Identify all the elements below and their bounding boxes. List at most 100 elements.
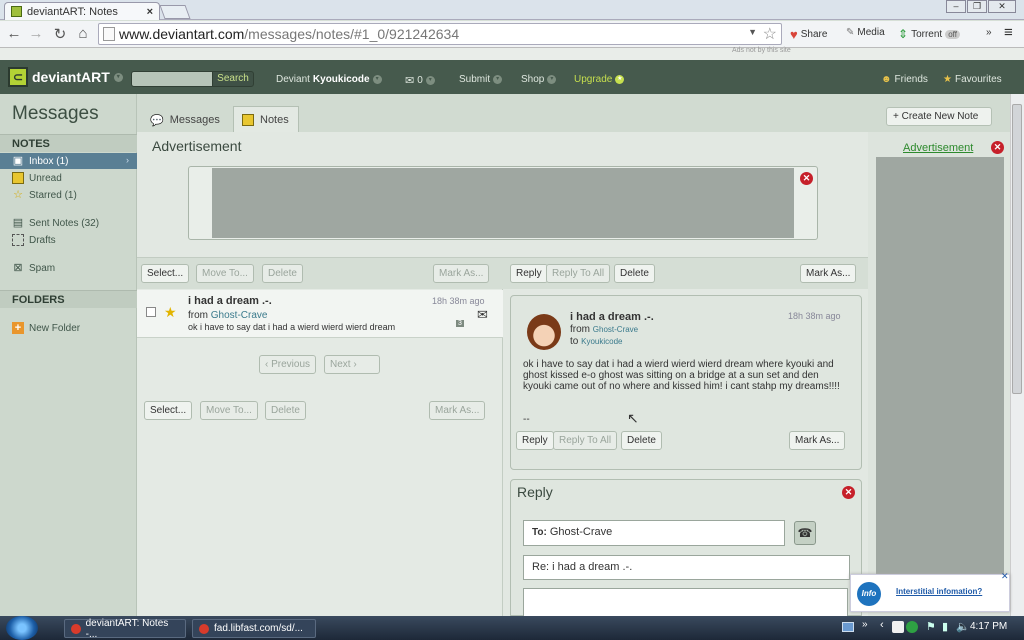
tray-volume-icon[interactable]: 🔈 [956,620,970,633]
tray-monitor-icon[interactable] [842,622,854,632]
tray-expand-icon[interactable]: » [862,619,868,630]
plus-icon: + [12,322,24,334]
note-title[interactable]: i had a dream .-. [188,295,272,307]
move-to-dropdown-bottom[interactable]: Move To... [200,401,258,420]
mark-as-dropdown[interactable]: Mark As... [433,264,490,283]
ad-note: Ads not by this site [732,47,791,54]
taskbar-clock[interactable]: 4:17 PM [970,621,1007,632]
move-to-dropdown[interactable]: Move To... [196,264,254,283]
reader-to-link[interactable]: Kyoukicode [581,337,622,346]
previous-button[interactable]: ‹ Previous [259,355,317,374]
sidebar-item-drafts[interactable]: Drafts [12,234,56,246]
sidebar-item-spam[interactable]: ⊠ Spam [12,262,55,274]
forward-icon[interactable]: → [27,25,45,42]
envelope-icon: ✉ [405,75,415,87]
friends-link[interactable]: ☻ Friends [881,74,928,85]
minimize-icon[interactable]: – [946,0,966,13]
reader-reply-button[interactable]: Reply [516,431,554,450]
sidebar-item-starred[interactable]: ☆ Starred (1) [12,189,77,201]
reply-to-field[interactable]: To: Ghost-Crave [523,520,785,546]
logo-menu-icon[interactable]: ▾ [113,72,123,82]
taskbar-item-libfast[interactable]: fad.libfast.com/sd/... [192,619,316,638]
bookmark-star-icon[interactable]: ☆ [763,24,777,44]
reader-mark-dropdown[interactable]: Mark As... [789,431,846,450]
maximize-icon[interactable]: ❐ [967,0,987,13]
scrollbar-thumb[interactable] [1012,104,1022,394]
reader-from: from Ghost-Crave [570,324,639,335]
spam-icon: ⊠ [13,262,23,274]
note-signature: -- [523,414,530,425]
reply-all-button[interactable]: Reply To All [546,264,611,283]
delete-note-button[interactable]: Delete [614,264,655,283]
back-icon[interactable]: ← [5,25,23,42]
torrent-toggle[interactable]: off [945,29,960,39]
window-close-icon[interactable]: ✕ [988,0,1016,13]
select-dropdown-bottom[interactable]: Select... [144,401,193,420]
reader-delete-button[interactable]: Delete [621,431,662,450]
sidebar-item-unread[interactable]: Unread [12,172,62,184]
tray-network-icon[interactable] [906,621,918,633]
site-search-input[interactable] [131,71,213,87]
reader-from-link[interactable]: Ghost-Crave [593,325,638,334]
star-icon[interactable]: ★ [164,304,177,321]
overflow-chevron-icon[interactable]: » [986,27,992,38]
home-icon[interactable]: ⌂ [74,25,92,42]
note-preview: ok i have to say dat i had a wierd wierd… [188,322,396,332]
deviant-menu[interactable]: Deviant Kyoukicode ▾ [276,74,382,85]
interstitial-link[interactable]: Interstitial infomation? [896,587,982,596]
favourites-link[interactable]: ★ Favourites [943,74,1002,85]
new-tab-button[interactable] [159,5,191,19]
tab-title: deviantART: Notes [27,5,118,18]
address-bar[interactable]: www.deviantart.com/messages/notes/#1_0/9… [98,23,782,45]
tray-flag-icon[interactable]: ⚑ [926,620,936,633]
start-button[interactable] [6,616,38,640]
tab-notes[interactable]: Notes [234,108,297,132]
torrent-extension[interactable]: ⇕ Torrent off [898,27,960,41]
from-link[interactable]: Ghost-Crave [211,310,268,321]
address-book-icon[interactable]: ☎ [794,521,816,545]
advertisement-link[interactable]: Advertisement [903,142,973,154]
upgrade-menu[interactable]: Upgrade ★ [574,74,625,85]
dropdown-icon[interactable]: ▼ [748,27,757,37]
reply-button[interactable]: Reply [510,264,548,283]
note-checkbox[interactable] [146,307,156,317]
sidebar-item-inbox[interactable]: ▣ Inbox (1) [12,155,69,167]
close-ad-icon[interactable]: ✕ [800,172,813,185]
chevron-down-icon: ▾ [547,75,557,84]
sidebar-item-sent[interactable]: ▤ Sent Notes (32) [12,217,99,229]
media-extension[interactable]: ✎ Media [846,27,885,38]
submit-menu[interactable]: Submit ▾ [459,74,503,85]
close-reply-icon[interactable]: ✕ [842,486,855,499]
tab-messages[interactable]: 💬 Messages [142,108,228,132]
new-folder-button[interactable]: + New Folder [12,322,80,334]
delete-button[interactable]: Delete [262,264,303,283]
menu-icon[interactable]: ≡ [1004,24,1013,41]
select-dropdown[interactable]: Select... [141,264,190,283]
delete-button-bottom[interactable]: Delete [265,401,306,420]
reload-icon[interactable]: ↻ [51,25,69,43]
avatar[interactable] [527,314,561,350]
taskbar-item-deviantart[interactable]: deviantART: Notes -... [64,618,186,640]
tray-app-icon[interactable] [892,621,904,633]
reply-body-textarea[interactable] [523,588,848,616]
reader-reply-all-button[interactable]: Reply To All [553,431,618,450]
browser-icon [199,623,209,634]
browser-tab[interactable]: deviantART: Notes × [4,2,160,20]
tray-signal-icon[interactable]: ▮ [942,620,948,633]
mark-as-dropdown-bottom[interactable]: Mark As... [429,401,486,420]
reply-subject-field[interactable]: Re: i had a dream .-. [523,555,850,580]
message-center-button[interactable]: ✉ 0 ▾ [405,74,435,87]
create-new-note-button[interactable]: + Create New Note [886,107,992,126]
site-search-button[interactable]: Search [212,71,254,87]
mark-note-dropdown[interactable]: Mark As... [800,264,857,283]
share-extension[interactable]: ♥ Share [790,27,827,42]
page-title: Messages [12,103,99,124]
shop-menu[interactable]: Shop ▾ [521,74,557,85]
close-right-ad-icon[interactable]: ✕ [991,141,1004,154]
close-popup-icon[interactable]: ✕ [1001,571,1009,582]
close-tab-icon[interactable]: × [147,6,153,18]
unread-icon [12,172,24,184]
next-button[interactable]: Next › [324,355,380,374]
deviantart-logo[interactable]: ⊂ deviantART ▾ [8,67,123,87]
tray-arrow-icon[interactable]: ‹ [880,619,884,631]
